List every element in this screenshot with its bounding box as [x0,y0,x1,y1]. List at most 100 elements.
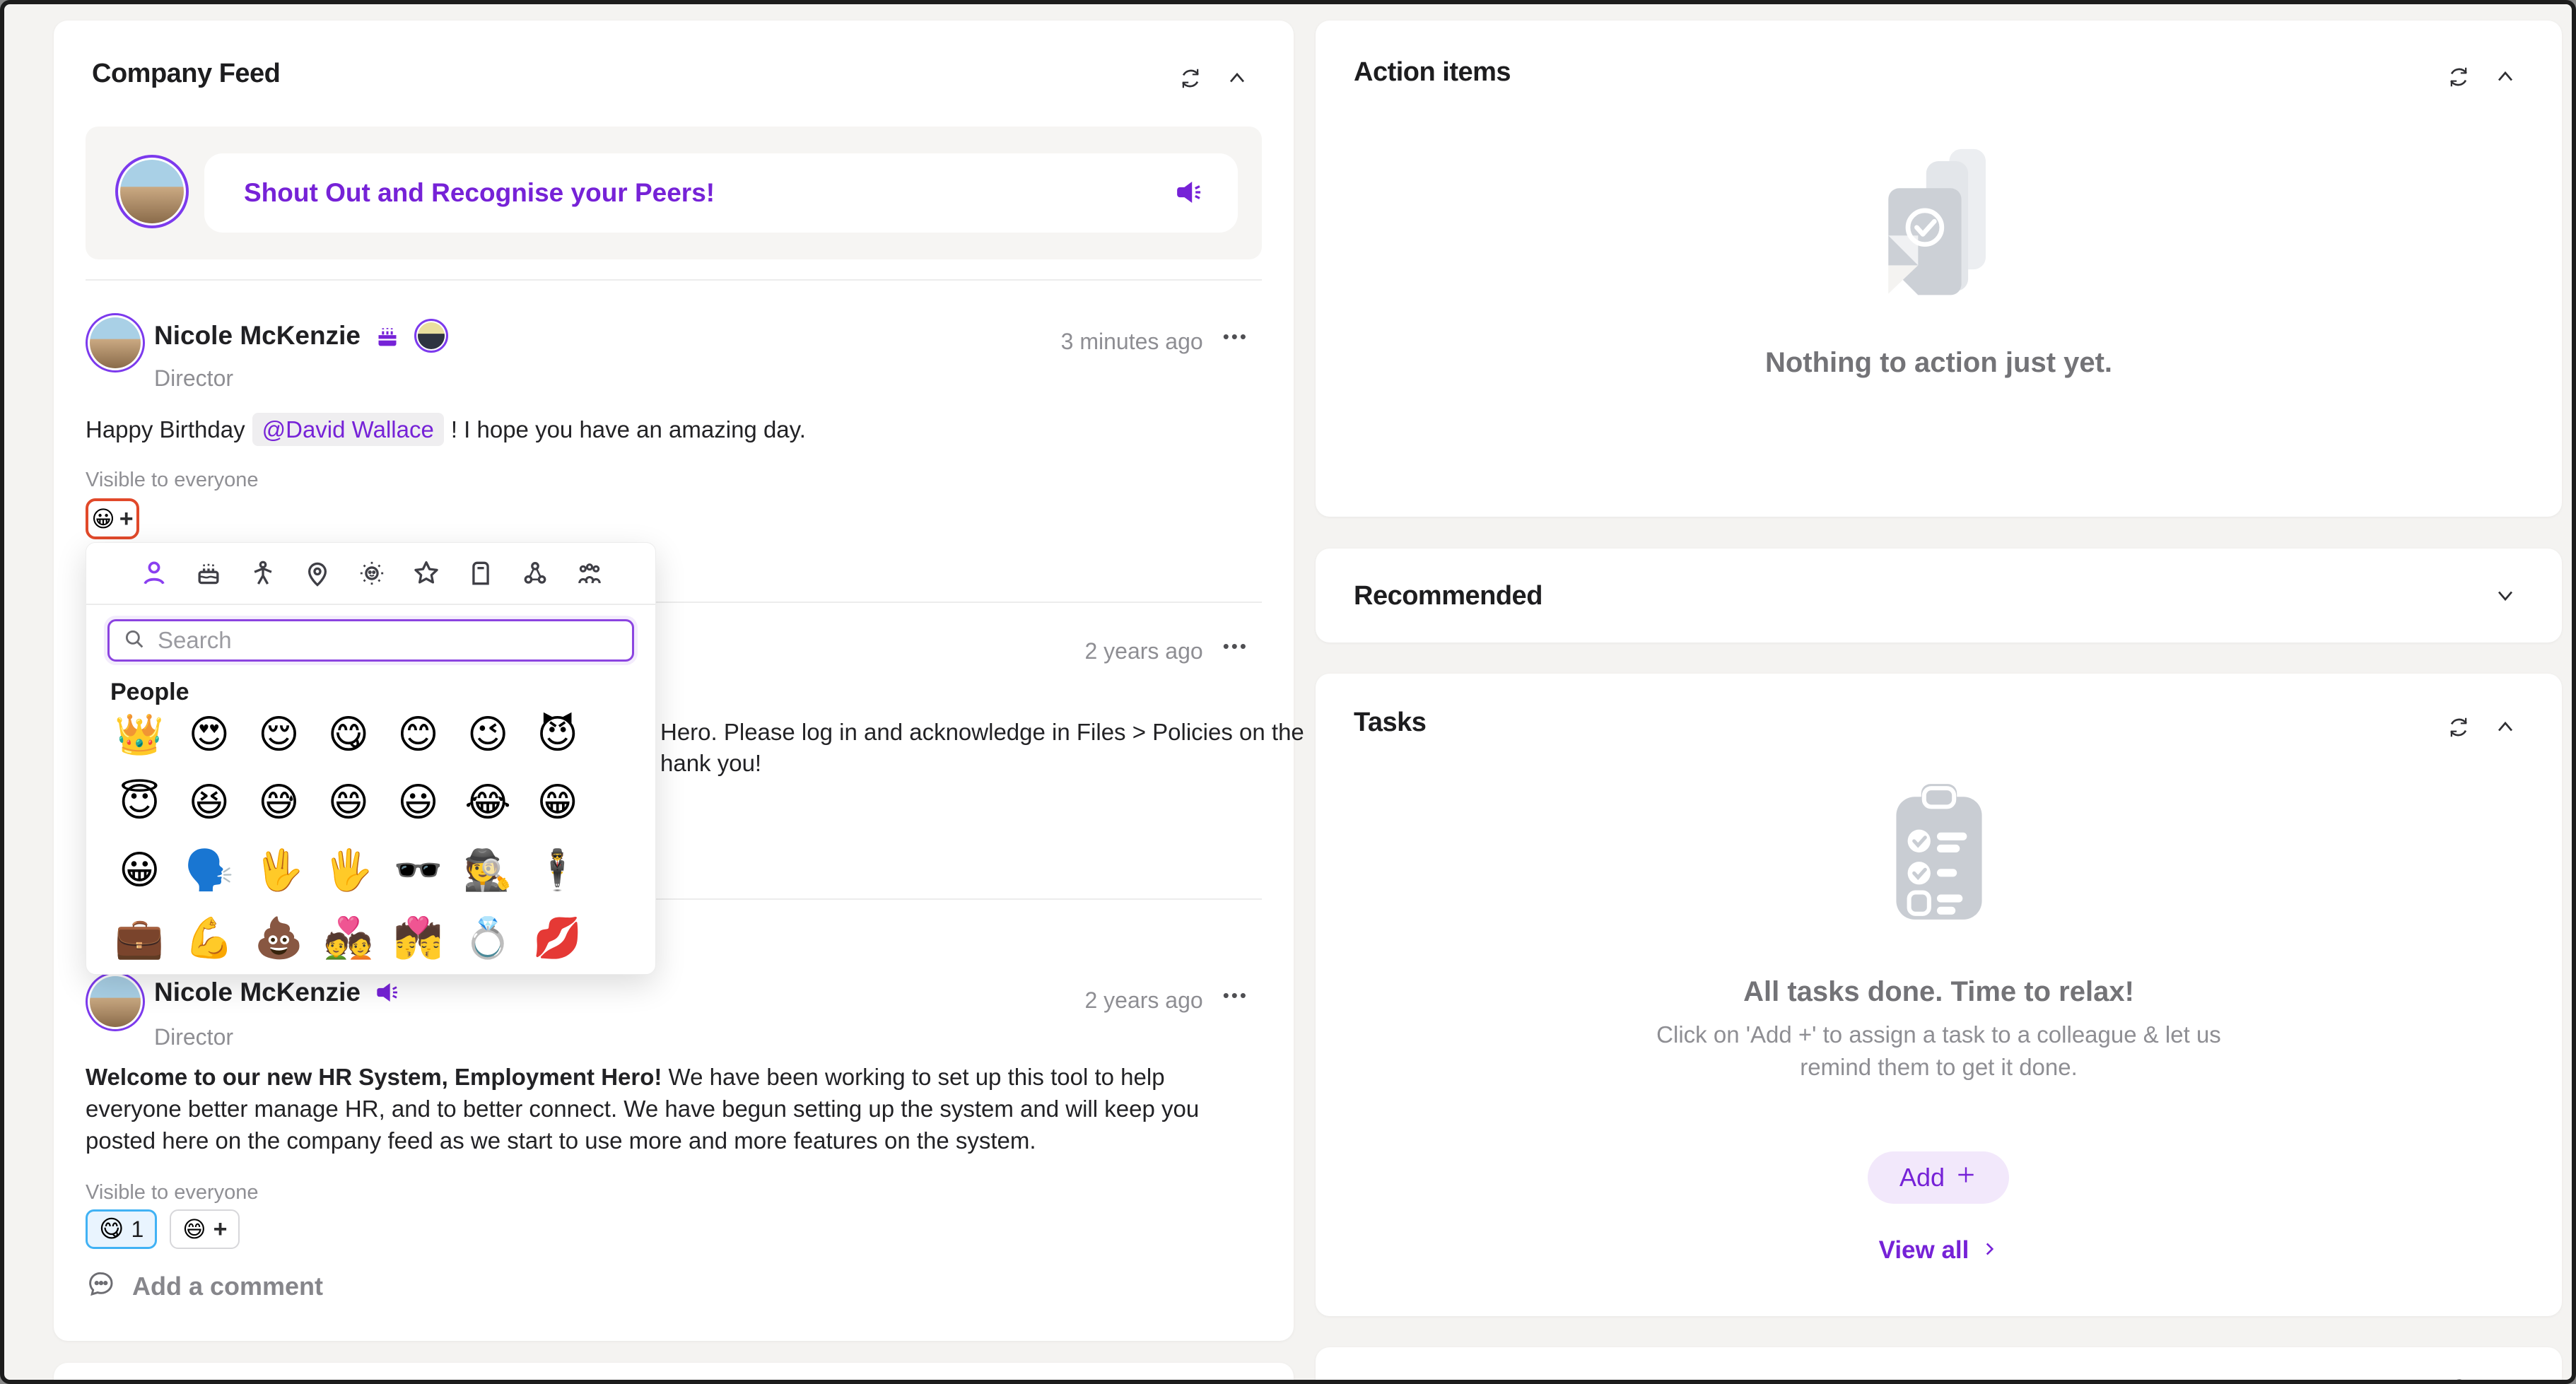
emoji-option[interactable]: 😈 [522,701,592,769]
plus-icon: + [213,1217,228,1241]
plus-icon [1955,1163,1977,1192]
shoutout-banner: Shout Out and Recognise your Peers! [86,127,1262,259]
refresh-icon[interactable] [2445,63,2473,91]
tab-body-activity-icon[interactable] [247,558,279,589]
emoji-grid: 👑😍😌😋😊😉😈 😇😆😅😄😃😂😁 😀🗣️🖖🖐️🕶️🕵️🕴️ 💼💪💩💑💏💍💋 [105,701,592,973]
tab-objects-icon[interactable] [465,558,496,589]
emoji-option[interactable]: 💪 [175,905,245,973]
mentioned-user-avatar [414,319,448,353]
post-menu-icon[interactable]: ••• [1223,986,1248,1014]
section-title: Recommended [1354,581,1542,611]
tasks-card: Tasks [1316,674,2562,1316]
emoji-option[interactable]: 👑 [105,701,175,769]
emoji-option[interactable]: 😍 [175,701,245,769]
tab-food-drink-icon[interactable] [193,558,224,589]
emoji-option[interactable]: 😄 [314,769,384,837]
emoji-option[interactable]: 🕵️ [453,837,523,905]
next-feed-card-partial [54,1363,1294,1384]
post-body: Welcome to our new HR System, Employment… [86,1061,1262,1156]
chevron-right-icon [1980,1236,1998,1265]
reaction-emoji: 😋 [99,1217,124,1241]
emoji-option[interactable]: 😉 [453,701,523,769]
divider [86,279,1262,281]
emoji-option[interactable]: 😀 [105,837,175,905]
emoji-option[interactable]: 💼 [105,905,175,973]
smiley-icon: 😀 [91,508,115,530]
shoutout-button[interactable]: Shout Out and Recognise your Peers! [204,153,1238,233]
emoji-option[interactable]: 😁 [522,769,592,837]
documents-stack-icon [1316,146,2562,302]
emoji-option[interactable]: 🗣️ [175,837,245,905]
post-header: Nicole McKenzie [154,319,448,353]
refresh-icon[interactable] [2445,1374,2473,1384]
post-timestamp: 2 years ago [1084,987,1202,1014]
search-icon [122,627,146,655]
expand-chevron-icon[interactable] [2491,581,2519,609]
collapse-chevron-icon[interactable] [2491,63,2519,91]
tab-smileys-people-icon[interactable] [139,558,170,589]
speech-bubble-icon [86,1269,117,1303]
emoji-option[interactable]: 😋 [314,701,384,769]
collapse-chevron-icon[interactable] [2491,1374,2519,1384]
add-task-button[interactable]: Add [1868,1151,2009,1204]
emoji-option[interactable]: 🕴️ [522,837,592,905]
add-comment-label: Add a comment [132,1272,323,1301]
empty-state-description: remind them to get it done. [1316,1054,2562,1081]
reaction-chip[interactable]: 😋 1 [86,1209,157,1249]
clipboard-checklist-icon [1316,778,2562,928]
emoji-option[interactable]: 🖐️ [314,837,384,905]
emoji-option[interactable]: 😇 [105,769,175,837]
emoji-option[interactable]: 😌 [244,701,314,769]
emoji-option[interactable]: 😊 [383,701,453,769]
emoji-option[interactable]: 😃 [383,769,453,837]
search-input[interactable] [156,626,619,655]
emoji-category-tabs [86,543,655,605]
announcement-megaphone-icon [373,978,402,1007]
empty-state-text: Nothing to action just yet. [1316,347,2562,379]
emoji-option[interactable]: 💩 [244,905,314,973]
view-all-label: View all [1879,1236,1969,1265]
add-reaction-button[interactable]: 😄 + [170,1209,240,1249]
visibility-label: Visible to everyone [86,469,259,492]
post-header: Nicole McKenzie [154,978,402,1007]
emoji-option[interactable]: 💏 [383,905,453,973]
emoji-option[interactable]: 💋 [522,905,592,973]
section-title: Tasks [1354,708,1426,738]
collapse-chevron-icon[interactable] [1223,64,1251,93]
post-menu-icon[interactable]: ••• [1223,327,1248,356]
emoji-option[interactable]: 🕶️ [383,837,453,905]
tab-symbols-icon[interactable] [411,558,442,589]
tab-travel-places-icon[interactable] [302,558,333,589]
avatar [115,155,189,228]
avatar [86,313,145,373]
add-reaction-button[interactable]: 😀 + [86,498,139,539]
avatar [86,972,145,1031]
emoji-option[interactable]: 🖖 [244,837,314,905]
emoji-option[interactable]: 💍 [453,905,523,973]
action-items-card: Action items Nothing t [1316,20,2562,517]
mention-link[interactable]: @David Wallace [252,413,444,446]
tab-shapes-icon[interactable] [520,558,551,589]
emoji-option[interactable]: 😅 [244,769,314,837]
author-name: Nicole McKenzie [154,321,361,351]
plus-icon: + [119,507,134,531]
page-title: Company Feed [92,59,280,89]
refresh-icon[interactable] [2445,713,2473,741]
tab-nature-icon[interactable] [356,558,387,589]
emoji-option[interactable]: 😆 [175,769,245,837]
refresh-icon[interactable] [1176,64,1205,93]
tab-groups-icon[interactable] [574,558,605,589]
megaphone-icon [1173,176,1205,209]
emoji-picker: People 👑😍😌😋😊😉😈😇😆😅😄😃😂😁😀🗣️🖖🖐️🕶️🕵️🕴️💼💪💩💑💏💍💋 [86,542,656,975]
section-title: Action items [1354,57,1511,88]
app-window: Company Feed Shout Out and Recognise you… [0,0,2576,1384]
shoutout-label: Shout Out and Recognise your Peers! [244,178,715,208]
smiley-icon: 😄 [182,1218,206,1241]
emoji-option[interactable]: 😂 [453,769,523,837]
emoji-option[interactable]: 💑 [314,905,384,973]
view-all-link[interactable]: View all [1316,1236,2562,1265]
post-menu-icon[interactable]: ••• [1223,637,1248,665]
recommended-card: Recommended [1316,549,2562,643]
collapse-chevron-icon[interactable] [2491,713,2519,741]
add-comment-button[interactable]: Add a comment [86,1269,323,1303]
